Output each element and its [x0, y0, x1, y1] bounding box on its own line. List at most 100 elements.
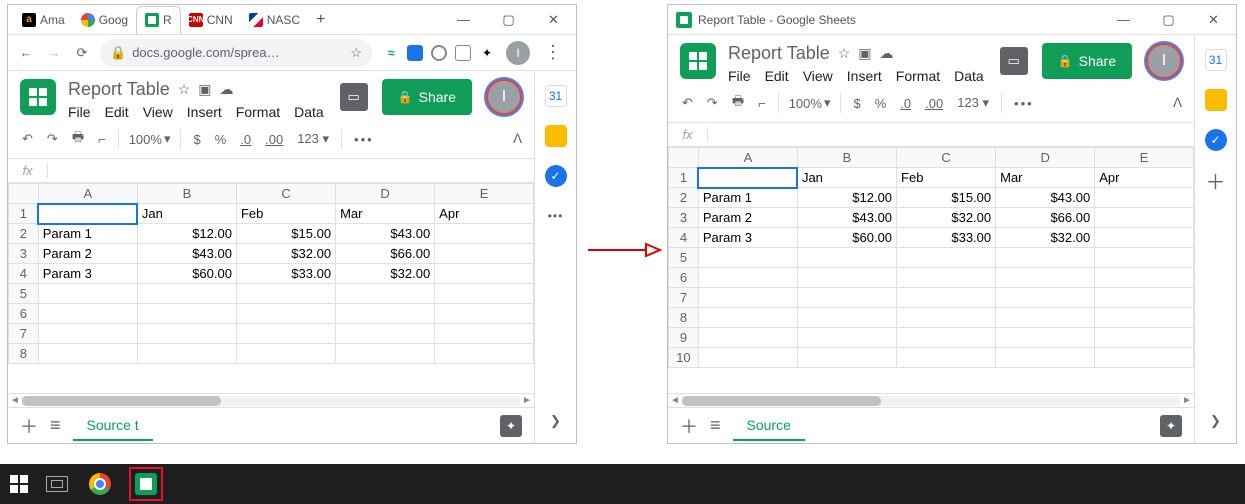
cell[interactable]	[698, 268, 797, 288]
row-header[interactable]: 4	[9, 264, 39, 284]
row-header[interactable]: 1	[669, 168, 699, 188]
close-button[interactable]: ✕	[1191, 5, 1236, 35]
explore-icon[interactable]: ✦	[500, 415, 522, 437]
row-header[interactable]: 5	[669, 248, 699, 268]
new-tab-button[interactable]: +	[308, 11, 333, 29]
scroll-right-icon[interactable]: ►	[520, 395, 534, 406]
calendar-icon[interactable]: 31	[545, 85, 567, 107]
cell[interactable]	[137, 344, 236, 364]
all-sheets-button[interactable]: ≡	[710, 415, 721, 436]
cell[interactable]: Jan	[797, 168, 896, 188]
grid-area[interactable]: A B C D E 1 Jan Feb Mar Apr 2	[8, 183, 534, 393]
explore-icon[interactable]: ✦	[1160, 415, 1182, 437]
cell[interactable]: $66.00	[996, 208, 1095, 228]
col-header[interactable]: C	[236, 184, 335, 204]
ext-4[interactable]	[452, 42, 474, 64]
collapse-toolbar-icon[interactable]: ᐱ	[1173, 95, 1182, 111]
cell[interactable]	[336, 344, 435, 364]
cloud-icon[interactable]: ☁	[880, 45, 894, 62]
taskbar-chrome[interactable]	[86, 470, 114, 498]
cell[interactable]	[698, 168, 797, 188]
cell[interactable]: Mar	[996, 168, 1095, 188]
col-header[interactable]: B	[797, 148, 896, 168]
reload-button[interactable]: ⟳	[72, 43, 92, 63]
row-header[interactable]: 7	[669, 288, 699, 308]
col-header[interactable]: E	[1095, 148, 1194, 168]
share-button[interactable]: 🔒Share	[1042, 43, 1132, 79]
cell[interactable]	[1095, 308, 1194, 328]
cell[interactable]	[1095, 268, 1194, 288]
account-avatar[interactable]: I	[1146, 43, 1182, 79]
menu-data[interactable]: Data	[294, 104, 324, 120]
cell[interactable]	[897, 268, 996, 288]
taskbar-sheets[interactable]	[132, 470, 160, 498]
comments-icon[interactable]: ▭	[340, 83, 368, 111]
ext-puzzle-icon[interactable]: ✦	[476, 42, 498, 64]
row-header[interactable]: 10	[669, 348, 699, 368]
row-header[interactable]: 8	[9, 344, 39, 364]
cell[interactable]: $15.00	[236, 224, 335, 244]
move-icon[interactable]: ▣	[858, 45, 871, 62]
cell[interactable]	[38, 204, 137, 224]
cell[interactable]	[1095, 288, 1194, 308]
scroll-left-icon[interactable]: ◄	[8, 395, 22, 406]
cell[interactable]: Apr	[1095, 168, 1194, 188]
select-all-corner[interactable]	[669, 148, 699, 168]
menu-file[interactable]: File	[68, 104, 91, 120]
tasks-icon[interactable]: ✓	[545, 165, 567, 187]
cell[interactable]	[996, 288, 1095, 308]
menu-edit[interactable]: Edit	[765, 68, 789, 84]
cell[interactable]	[897, 288, 996, 308]
back-button[interactable]: ←	[16, 43, 36, 63]
cell[interactable]	[797, 308, 896, 328]
profile-avatar[interactable]: I	[506, 41, 530, 65]
cell[interactable]	[137, 284, 236, 304]
undo-icon[interactable]: ↶	[20, 129, 35, 149]
cell[interactable]: $43.00	[137, 244, 236, 264]
grid-area[interactable]: A B C D E 1 Jan Feb Mar Apr 2	[668, 147, 1194, 393]
horizontal-scrollbar[interactable]: ◄ ►	[668, 393, 1194, 407]
row-header[interactable]: 1	[9, 204, 39, 224]
cell[interactable]: Param 2	[38, 244, 137, 264]
cell[interactable]	[996, 328, 1095, 348]
tab-cnn[interactable]: CNNCNN	[181, 6, 241, 34]
cell[interactable]	[698, 328, 797, 348]
more-addons-icon[interactable]: •••	[545, 205, 567, 227]
percent-icon[interactable]: %	[873, 94, 889, 113]
cell[interactable]	[897, 248, 996, 268]
cell[interactable]	[797, 348, 896, 368]
cell[interactable]	[797, 248, 896, 268]
cell[interactable]	[137, 304, 236, 324]
menu-format[interactable]: Format	[896, 68, 940, 84]
cell[interactable]	[996, 268, 1095, 288]
menu-data[interactable]: Data	[954, 68, 984, 84]
cell[interactable]: $66.00	[336, 244, 435, 264]
row-header[interactable]: 6	[9, 304, 39, 324]
horizontal-scrollbar[interactable]: ◄ ►	[8, 393, 534, 407]
cell[interactable]	[698, 308, 797, 328]
minimize-button[interactable]: —	[1101, 5, 1146, 35]
cell[interactable]: $60.00	[797, 228, 896, 248]
currency-icon[interactable]: $	[851, 94, 862, 113]
decrease-decimal-icon[interactable]: .0	[898, 94, 913, 113]
keep-icon[interactable]	[545, 125, 567, 147]
cell[interactable]: Mar	[336, 204, 435, 224]
menu-insert[interactable]: Insert	[847, 68, 882, 84]
cell[interactable]: $33.00	[236, 264, 335, 284]
chrome-menu[interactable]: ⋮	[538, 42, 568, 63]
cell[interactable]	[996, 348, 1095, 368]
comments-icon[interactable]: ▭	[1000, 47, 1028, 75]
cell[interactable]	[698, 288, 797, 308]
cell[interactable]: $43.00	[797, 208, 896, 228]
cell[interactable]: Feb	[236, 204, 335, 224]
star-icon[interactable]: ☆	[838, 45, 851, 62]
redo-icon[interactable]: ↷	[45, 129, 60, 149]
row-header[interactable]: 5	[9, 284, 39, 304]
cell[interactable]	[137, 324, 236, 344]
cell[interactable]: $32.00	[336, 264, 435, 284]
cell[interactable]	[435, 224, 534, 244]
zoom-selector[interactable]: 100% ▾	[129, 131, 171, 147]
row-header[interactable]: 8	[669, 308, 699, 328]
address-bar[interactable]: 🔒 docs.google.com/sprea… ☆	[100, 39, 372, 67]
cell[interactable]	[435, 264, 534, 284]
